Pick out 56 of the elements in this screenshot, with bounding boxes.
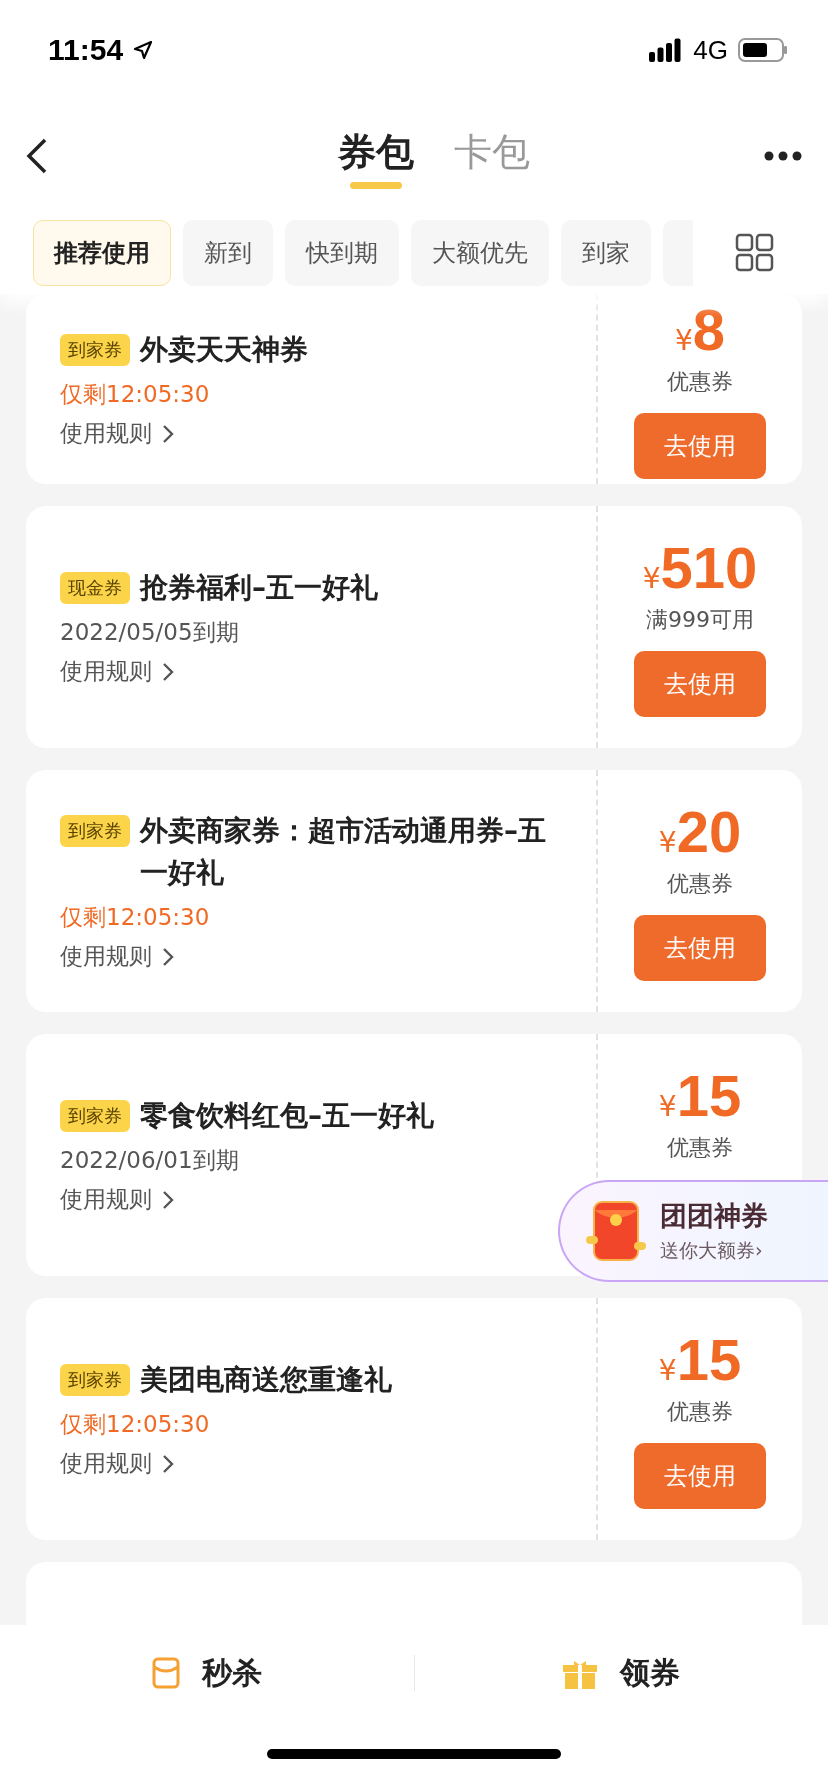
- coupon-amount: ¥20: [658, 801, 742, 863]
- expiry-date: 2022/06/01到期: [60, 1146, 239, 1175]
- filter-chip[interactable]: 推荐使用: [33, 220, 171, 286]
- envelope-packet-icon: [586, 1198, 646, 1264]
- rules-link[interactable]: 使用规则: [60, 1184, 174, 1215]
- chevron-right-icon: [162, 1453, 174, 1474]
- filter-chip[interactable]: 到家: [561, 220, 651, 286]
- chevron-right-icon: [162, 661, 174, 682]
- coupon-condition: 满999可用: [646, 606, 754, 634]
- coupon-tag: 现金券: [60, 572, 130, 604]
- coupon-amount: ¥15: [658, 1065, 742, 1127]
- rules-link[interactable]: 使用规则: [60, 1448, 174, 1479]
- coupon-amount: ¥15: [658, 1329, 742, 1391]
- coupon-condition: 优惠券: [667, 368, 733, 396]
- promo-banner[interactable]: 团团神券 送你大额券›: [558, 1180, 828, 1282]
- back-icon[interactable]: [26, 138, 48, 174]
- more-icon[interactable]: [764, 151, 802, 161]
- coupon-condition: 优惠券: [667, 1398, 733, 1426]
- promo-subtitle: 送你大额券›: [660, 1238, 764, 1263]
- envelope-icon: [151, 1657, 180, 1689]
- rules-link[interactable]: 使用规则: [60, 941, 174, 972]
- coupon-title: 外卖商家券：超市活动通用券–五一好礼: [140, 813, 547, 891]
- coupon-amount: ¥8: [674, 299, 726, 361]
- signal-icon: [649, 38, 684, 62]
- filter-chip[interactable]: 快到期: [285, 220, 399, 286]
- chevron-right-icon: [162, 423, 174, 444]
- coupon-tag: 到家券: [60, 334, 130, 366]
- bottom-tab[interactable]: 秒杀: [0, 1651, 414, 1695]
- chevron-right-icon: [162, 946, 174, 967]
- coupon-amount: ¥510: [642, 537, 758, 599]
- coupon-title: 零食饮料红包–五一好礼: [140, 1098, 434, 1134]
- countdown-text: 仅剩12:05:30: [60, 380, 210, 409]
- coupon-title: 外卖天天神券: [140, 332, 308, 368]
- coupon-tag: 到家券: [60, 1364, 130, 1396]
- network-type: 4G: [693, 34, 728, 66]
- nav-tab[interactable]: 券包: [338, 123, 414, 189]
- countdown-text: 仅剩12:05:30: [60, 903, 210, 932]
- rules-link[interactable]: 使用规则: [60, 656, 174, 687]
- rules-link[interactable]: 使用规则: [60, 418, 174, 449]
- coupon-tag: 到家券: [60, 1100, 130, 1132]
- filter-chip[interactable]: 大额优先: [411, 220, 549, 286]
- bottom-tab[interactable]: 领券: [414, 1651, 828, 1695]
- coupon-tag: 到家券: [60, 815, 130, 847]
- grid-icon[interactable]: [735, 233, 775, 273]
- coupon-condition: 优惠券: [667, 870, 733, 898]
- filter-chip[interactable]: 新到: [183, 220, 273, 286]
- location-arrow-icon: [133, 40, 154, 60]
- coupon-condition: 优惠券: [667, 1134, 733, 1162]
- chevron-right-icon: [162, 1189, 174, 1210]
- promo-title: 团团神券: [660, 1199, 768, 1233]
- expiry-date: 2022/05/05到期: [60, 618, 239, 647]
- coupon-title: 抢券福利–五一好礼: [140, 570, 378, 606]
- clock-time: 11:54: [48, 33, 124, 67]
- battery-icon: [738, 38, 788, 62]
- countdown-text: 仅剩12:05:30: [60, 1410, 210, 1439]
- coupon-title: 美团电商送您重逢礼: [140, 1362, 392, 1398]
